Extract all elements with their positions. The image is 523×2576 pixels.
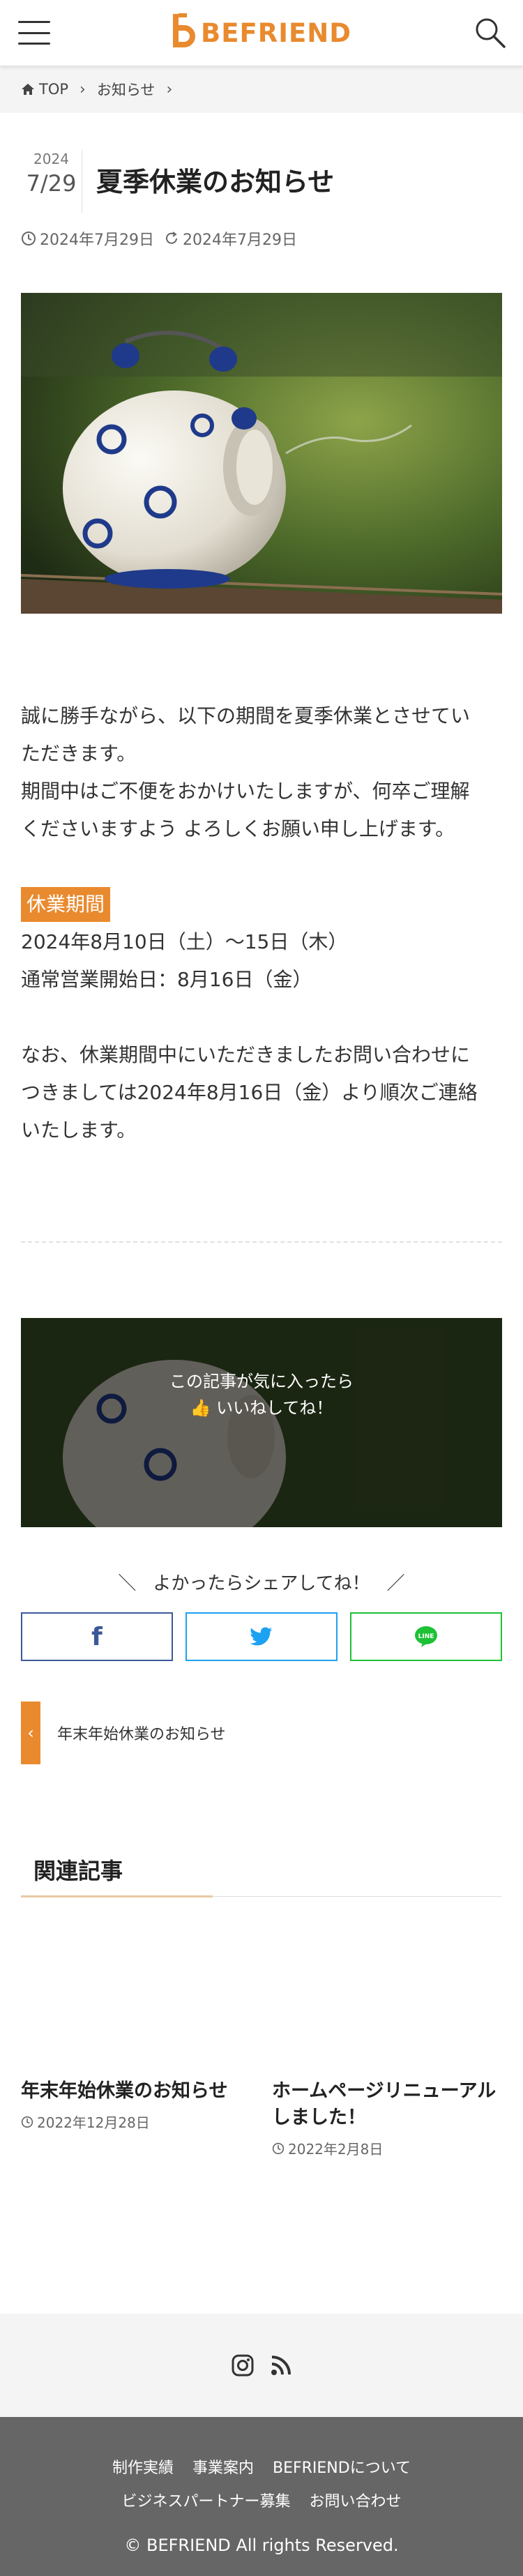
footer-social <box>0 2314 523 2417</box>
related-post-date: 2022年2月8日 <box>272 2138 502 2158</box>
related-post-card[interactable]: 年末年始休業のお知らせ 2022年12月28日 <box>21 2078 251 2132</box>
footer-link-works[interactable]: 制作実績 <box>112 2460 174 2477</box>
breadcrumb-home-label: TOP <box>39 81 69 98</box>
logo-text: BEFRIEND <box>201 17 351 48</box>
page-title: 夏季休業のお知らせ <box>96 167 335 197</box>
menu-icon[interactable] <box>18 21 50 45</box>
like-box: この記事が気に入ったら 👍 いいねしてね！ <box>21 1318 502 1527</box>
clock-icon <box>272 2142 285 2154</box>
like-button[interactable]: 👍 いいねしてね！ <box>21 1395 502 1421</box>
closure-period: 2024年8月10日（土）〜15日（木） <box>21 930 348 953</box>
post-meta: 2024年7月29日 2024年7月29日 <box>21 227 297 250</box>
paragraph: なお、休業期間中にいただきましたお問い合わせに <box>21 1043 471 1066</box>
search-icon[interactable] <box>474 17 506 49</box>
line-icon-label: LINE <box>418 1633 434 1640</box>
breadcrumb: TOP › お知らせ › <box>0 66 523 113</box>
published-date: 2024年7月29日 <box>40 232 154 249</box>
post-month-day: 7/29 <box>26 170 77 197</box>
share-facebook-button[interactable]: f <box>21 1612 173 1661</box>
updated-date: 2024年7月29日 <box>182 232 297 249</box>
paragraph: つきましては2024年8月16日（金）より順次ご連絡 <box>21 1081 478 1104</box>
home-icon <box>22 84 34 95</box>
like-box-line1: この記事が気に入ったら <box>169 1372 354 1391</box>
chevron-right-icon: › <box>166 80 173 98</box>
related-post-card[interactable]: ホームページリニューアル しました！ 2022年2月8日 <box>272 2078 502 2158</box>
prev-post-link[interactable]: ‹ 年末年始休業のお知らせ <box>21 1702 502 1764</box>
instagram-icon[interactable] <box>231 2354 255 2377</box>
facebook-icon: f <box>91 1622 103 1651</box>
paragraph: くださいますよう よろしくお願い申し上げます。 <box>21 817 455 840</box>
footer-link-about[interactable]: BEFRIENDについて <box>273 2460 411 2477</box>
paragraph: 期間中はご不便をおかけいたしますが、何卒ご理解 <box>21 780 470 803</box>
related-posts-heading: 関連記事 <box>21 1848 502 1897</box>
breadcrumb-category[interactable]: お知らせ <box>97 79 156 100</box>
paragraph: ただきます。 <box>21 742 137 765</box>
closure-period-label: 休業期間 <box>21 887 111 922</box>
like-box-line2: いいねしてね！ <box>216 1398 333 1418</box>
footer-link-services[interactable]: 事業案内 <box>192 2460 254 2477</box>
chevron-left-icon: ‹ <box>21 1702 40 1764</box>
share-twitter-button[interactable] <box>185 1612 338 1661</box>
breadcrumb-home[interactable]: TOP <box>21 81 68 98</box>
article-content: 誠に勝手ながら、以下の期間を夏季休業とさせてい ただきます。 期間中はご不便をお… <box>21 697 502 1149</box>
business-resume: 通常営業開始日：8月16日（金） <box>21 968 312 991</box>
footer-nav: 制作実績 事業案内 BEFRIENDについて ビジネスパートナー募集 お問い合わ… <box>0 2452 523 2519</box>
paragraph: 誠に勝手ながら、以下の期間を夏季休業とさせてい <box>21 704 471 727</box>
site-header: BEFRIEND <box>0 0 523 66</box>
copyright: © BEFRIEND All rights Reserved. <box>124 2536 399 2555</box>
twitter-icon <box>250 1627 273 1646</box>
refresh-icon <box>166 232 177 244</box>
share-buttons: f LINE <box>21 1612 502 1661</box>
clock-icon <box>21 2116 33 2128</box>
related-heading-text: 関連記事 <box>33 1858 123 1884</box>
share-line-button[interactable]: LINE <box>350 1612 502 1661</box>
site-logo[interactable]: BEFRIEND <box>172 13 351 53</box>
eyecatch-image <box>21 293 502 614</box>
prev-post-title: 年末年始休業のお知らせ <box>57 1726 226 1743</box>
thumbs-up-icon: 👍 <box>190 1398 211 1418</box>
rss-icon[interactable] <box>270 2354 292 2377</box>
site-footer: 制作実績 事業案内 BEFRIENDについて ビジネスパートナー募集 お問い合わ… <box>0 2417 523 2576</box>
chevron-right-icon: › <box>79 80 86 98</box>
related-post-date: 2022年12月28日 <box>21 2112 251 2132</box>
footer-link-partner[interactable]: ビジネスパートナー募集 <box>121 2493 290 2510</box>
divider <box>21 1241 502 1243</box>
post-date-box: 2024 7/29 <box>21 150 82 213</box>
related-post-title: ホームページリニューアル しました！ <box>272 2080 497 2128</box>
paragraph: いたします。 <box>21 1119 137 1142</box>
share-title: ＼ よかったらシェアしてね！／ <box>118 1573 405 1594</box>
logo-mark-icon <box>173 13 195 47</box>
post-year: 2024 <box>33 151 69 167</box>
footer-link-contact[interactable]: お問い合わせ <box>310 2493 402 2510</box>
clock-icon <box>22 232 36 245</box>
line-icon: LINE <box>415 1626 437 1647</box>
related-post-title: 年末年始休業のお知らせ <box>21 2080 228 2102</box>
